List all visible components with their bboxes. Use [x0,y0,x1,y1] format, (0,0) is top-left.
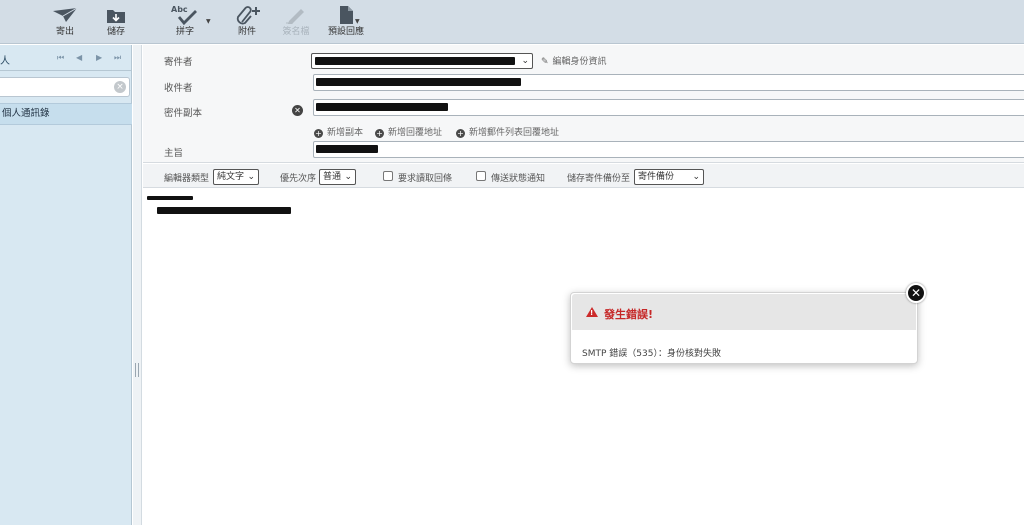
editor-type-label: 編輯器類型 [164,174,210,184]
redacted-text [316,102,448,111]
clear-search-icon[interactable]: × [114,81,126,93]
chevron-down-icon: ⌄ [521,56,529,66]
redacted-text [147,196,193,200]
chevron-down-icon: ⌄ [344,172,352,182]
redacted-text [157,207,291,214]
last-page-icon[interactable]: ⏭ [114,53,121,63]
pen-icon [278,4,314,26]
priority-select[interactable]: 普通 ⌄ [319,169,356,185]
prev-page-icon[interactable]: ◀ [76,53,82,62]
bcc-label: 密件副本 [164,108,203,119]
paper-plane-icon [48,4,82,26]
redacted-text [315,56,515,65]
first-page-icon[interactable]: ⏮ [57,53,64,63]
error-dialog: ! 發生錯誤! SMTP 錯誤（535）：身份核對失敗 [570,292,918,364]
to-field[interactable] [313,74,1024,91]
responses-caret-icon[interactable]: ▼ [355,18,360,25]
spell-check-button[interactable]: Abc 拼字 [168,4,202,42]
save-sent-select[interactable]: 寄件備份 ⌄ [634,169,704,185]
to-label: 收件者 [164,83,193,94]
close-icon[interactable]: ✕ [906,283,926,303]
dialog-title: 發生錯誤! [604,308,654,321]
from-label: 寄件者 [164,57,193,68]
redacted-text [316,77,521,86]
add-reply-to-link[interactable]: + 新增回覆地址 [375,125,442,138]
plus-icon: + [314,129,323,138]
dialog-message: SMTP 錯誤（535）：身份核對失敗 [582,349,721,359]
redacted-text [316,144,378,153]
spell-icon-text: Abc [171,5,188,14]
save-button[interactable]: 儲存 [102,4,130,42]
paperclip-plus-icon [230,4,264,26]
from-select[interactable]: ⌄ [311,53,533,69]
save-sent-label: 儲存寄件備份至 [567,174,631,184]
edit-identity-link[interactable]: ✎ 編輯身份資訊 [541,54,607,67]
read-receipt-label: 要求讀取回條 [398,174,453,184]
left-pane: 人 ⏮ ◀ ▶ ⏭ × 個人通訊錄 [0,45,132,525]
add-cc-link[interactable]: + 新增副本 [314,125,363,138]
send-button[interactable]: 寄出 [48,4,82,42]
dialog-header: ! 發生錯誤! [572,294,916,330]
dsn-label: 傳送狀態通知 [491,174,546,184]
warning-icon: ! [586,307,598,317]
splitter-grip-icon[interactable] [135,363,139,377]
plus-icon: + [456,129,465,138]
next-page-icon[interactable]: ▶ [96,53,102,62]
document-icon [322,4,370,26]
subject-field[interactable] [313,141,1024,158]
dsn-checkbox[interactable] [476,171,486,181]
compose-headers: 寄件者 ⌄ ✎ 編輯身份資訊 收件者 密件副本 ✕ + 新增副本 + 新增回覆地址 +… [143,45,1024,163]
pencil-icon: ✎ [541,57,549,67]
bcc-field[interactable] [313,99,1024,116]
remove-field-icon[interactable]: ✕ [292,105,303,116]
spell-check-icon: Abc [168,4,202,26]
read-receipt-checkbox[interactable] [383,171,393,181]
spell-options-caret-icon[interactable]: ▼ [206,18,211,25]
compose-options: 編輯器類型 純文字 ⌄ 優先次序 普通 ⌄ 要求讀取回條 傳送狀態通知 儲存寄件… [143,164,1024,188]
pane-splitter[interactable] [133,45,142,525]
folder-save-icon [102,4,130,26]
priority-label: 優先次序 [280,174,317,184]
signature-button[interactable]: 簽名檔 [278,4,314,42]
plus-icon: + [375,129,384,138]
attach-button[interactable]: 附件 [230,4,264,42]
toolbar: 寄出 儲存 Abc 拼字 ▼ 附件 簽名檔 預設回應 ▼ [0,0,1024,44]
contacts-search-input[interactable]: × [0,77,130,97]
chevron-down-icon: ⌄ [247,172,255,182]
editor-type-select[interactable]: 純文字 ⌄ [213,169,259,185]
sidebar-item-personal-addressbook[interactable]: 個人通訊錄 [0,103,132,125]
addressbook-header: 人 ⏮ ◀ ▶ ⏭ [0,45,131,71]
subject-label: 主旨 [164,148,184,159]
add-followup-to-link[interactable]: + 新增郵件列表回覆地址 [456,125,559,138]
responses-button[interactable]: 預設回應 [322,4,370,42]
chevron-down-icon: ⌄ [692,172,700,182]
